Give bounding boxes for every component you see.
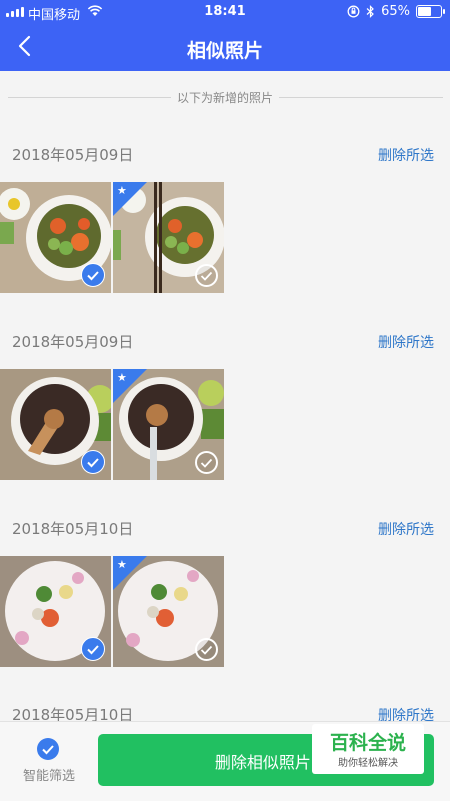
delete-selected-link[interactable]: 删除所选 bbox=[378, 332, 434, 352]
photo-thumbnail[interactable] bbox=[0, 556, 111, 667]
photo-thumbnail-best[interactable]: ★ bbox=[113, 182, 224, 293]
photo-thumbnail-best[interactable]: ★ bbox=[113, 369, 224, 480]
status-right: 65% bbox=[347, 4, 445, 19]
selected-check-icon[interactable] bbox=[81, 450, 105, 474]
watermark-subtitle: 助你轻松解决 bbox=[338, 758, 398, 769]
watermark-logo: 百科全说 助你轻松解决 bbox=[312, 724, 424, 774]
delete-selected-link[interactable]: 删除所选 bbox=[378, 145, 434, 165]
group-date: 2018年05月09日 bbox=[12, 146, 134, 164]
unselected-check-icon[interactable] bbox=[195, 264, 218, 287]
page-title: 相似照片 bbox=[186, 40, 263, 62]
unselected-check-icon[interactable] bbox=[195, 638, 218, 661]
bluetooth-icon bbox=[366, 5, 374, 18]
group-date: 2018年05月10日 bbox=[12, 520, 134, 538]
selected-check-icon[interactable] bbox=[81, 263, 105, 287]
bottom-action-bar: 智能筛选 删除相似照片( 百科全说 助你轻松解决 bbox=[0, 721, 450, 801]
orientation-lock-icon bbox=[347, 5, 360, 18]
checkmark-icon bbox=[37, 738, 59, 760]
smart-filter-label: 智能筛选 bbox=[22, 769, 75, 784]
star-icon: ★ bbox=[117, 184, 127, 197]
new-photos-notice: 以下为新增的照片 bbox=[170, 91, 279, 105]
selected-check-icon[interactable] bbox=[81, 637, 105, 661]
group-date: 2018年05月09日 bbox=[12, 333, 134, 351]
smart-filter-toggle[interactable]: 智能筛选 bbox=[20, 738, 80, 794]
new-photos-divider: 以下为新增的照片 bbox=[0, 85, 450, 109]
unselected-check-icon[interactable] bbox=[195, 451, 218, 474]
photo-thumbnail-best[interactable]: ★ bbox=[113, 556, 224, 667]
battery-icon bbox=[416, 5, 445, 18]
photo-thumbnail[interactable] bbox=[0, 182, 111, 293]
battery-percent: 65% bbox=[381, 4, 410, 19]
photo-thumbnail[interactable] bbox=[0, 369, 111, 480]
top-bar: 中国移动 18:41 65% 相似照片 bbox=[0, 0, 450, 71]
star-icon: ★ bbox=[117, 558, 127, 571]
delete-selected-link[interactable]: 删除所选 bbox=[378, 519, 434, 539]
photo-list[interactable]: 以下为新增的照片 2018年05月09日 删除所选 ★ 2018年05月09日 … bbox=[0, 71, 450, 724]
star-icon: ★ bbox=[117, 371, 127, 384]
status-bar: 中国移动 18:41 65% bbox=[0, 0, 450, 24]
watermark-title: 百科全说 bbox=[329, 732, 406, 754]
